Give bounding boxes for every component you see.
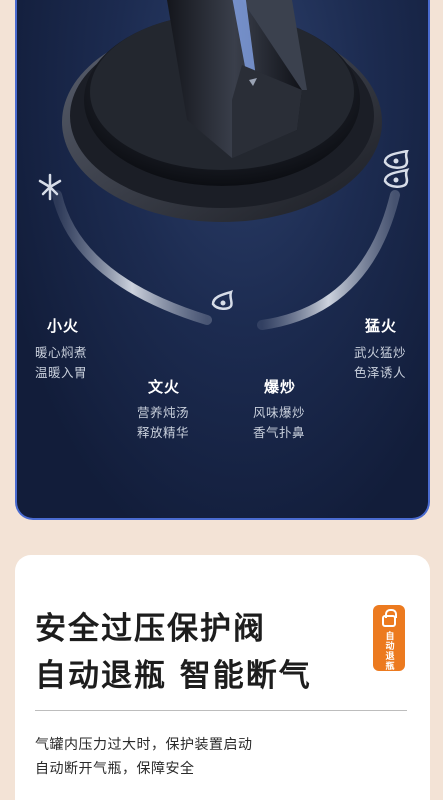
mode-small-desc-line1: 暖心焖煮 xyxy=(35,345,88,360)
mode-fierce-desc: 武火猛炒 色泽诱人 xyxy=(354,343,406,383)
flame-large-icon xyxy=(379,149,413,194)
feature-description-line2: 自动断开气瓶，保障安全 xyxy=(35,761,195,777)
mode-small-title: 小火 xyxy=(47,317,80,335)
safety-feature-card: 安全过压保护阀 自动退瓶 智能断气 自动退瓶 气罐内压力过大时，保护装置启动 自… xyxy=(15,555,430,800)
mode-stir-desc: 风味爆炒 香气扑鼻 xyxy=(253,403,305,443)
mode-gentle-desc-line2: 释放精华 xyxy=(137,425,190,440)
knob-showcase-panel: 小火 暖心焖煮 温暖入胃 文火 营养炖汤 释放精华 爆炒 风味爆炒 香气扑鼻 猛… xyxy=(15,0,430,520)
mode-fierce-desc-line1: 武火猛炒 xyxy=(354,345,407,360)
mode-gentle-desc: 营养炖汤 释放精华 xyxy=(137,403,189,443)
feature-headline-2: 自动退瓶 智能断气 xyxy=(35,658,312,694)
mode-small-desc-line2: 温暖入胃 xyxy=(35,365,88,380)
divider xyxy=(35,710,407,711)
mode-small-desc: 暖心焖煮 温暖入胃 xyxy=(35,343,87,383)
auto-eject-badge: 自动退瓶 xyxy=(373,605,405,671)
mode-stir-desc-line2: 香气扑鼻 xyxy=(253,425,306,440)
badge-label: 自动退瓶 xyxy=(383,631,394,671)
mode-gentle-title: 文火 xyxy=(148,378,181,396)
mode-stir-desc-line1: 风味爆炒 xyxy=(253,405,306,420)
mode-fierce-desc-line2: 色泽诱人 xyxy=(354,365,407,380)
knob-illustration xyxy=(52,0,400,330)
mode-gentle-desc-line1: 营养炖汤 xyxy=(137,405,190,420)
feature-description: 气罐内压力过大时，保护装置启动 自动断开气瓶，保障安全 xyxy=(35,733,253,781)
off-icon xyxy=(35,172,65,206)
mode-fierce-title: 猛火 xyxy=(365,317,398,335)
mode-stir-title: 爆炒 xyxy=(264,378,297,396)
feature-headline-1: 安全过压保护阀 xyxy=(35,611,266,647)
feature-description-line1: 气罐内压力过大时，保护装置启动 xyxy=(35,737,253,753)
lock-icon xyxy=(382,609,397,627)
flame-small-icon xyxy=(209,290,237,316)
